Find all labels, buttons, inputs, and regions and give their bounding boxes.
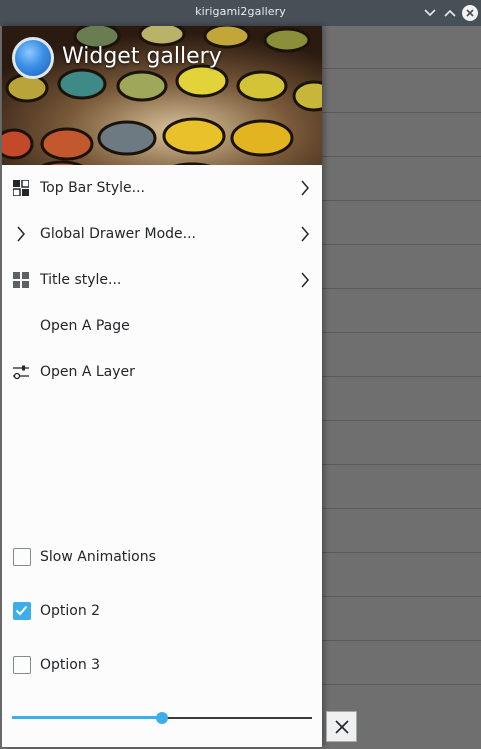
list-divider — [322, 68, 481, 69]
chevron-right-icon — [298, 225, 312, 243]
menu-item-label: Open A Layer — [40, 364, 135, 380]
slider-handle[interactable] — [156, 712, 168, 724]
checkbox-label: Option 3 — [40, 657, 101, 673]
list-divider — [322, 464, 481, 465]
app-logo-icon — [12, 37, 54, 79]
option-2-checkbox[interactable] — [13, 602, 31, 620]
maximize-button[interactable] — [441, 4, 459, 22]
tiles-icon — [12, 271, 30, 289]
menu-item-label: Title style... — [40, 272, 122, 288]
menu-item-open-a-page[interactable]: Open A Page — [2, 303, 322, 349]
menu-item-open-a-layer[interactable]: Open A Layer — [2, 349, 322, 395]
list-divider — [322, 640, 481, 641]
chevron-right-icon — [12, 225, 30, 243]
slow-animations-checkbox-row[interactable]: Slow Animations — [2, 537, 322, 577]
list-divider — [322, 684, 481, 685]
window-title: kirigami2gallery — [195, 5, 286, 18]
list-divider — [322, 244, 481, 245]
slider-fill — [12, 716, 162, 719]
menu-item-label: Top Bar Style... — [40, 180, 145, 196]
list-divider — [322, 508, 481, 509]
drawer-banner: Widget gallery — [2, 26, 322, 165]
minimize-button[interactable] — [421, 4, 439, 22]
list-divider — [322, 288, 481, 289]
option-2-checkbox-row[interactable]: Option 2 — [2, 591, 322, 631]
global-drawer: Widget gallery Top Bar Style... Global D… — [2, 26, 322, 747]
menu-item-label: Global Drawer Mode... — [40, 226, 196, 242]
chevron-up-icon — [444, 9, 456, 17]
menu-item-label: Open A Page — [40, 318, 130, 334]
menu-item-title-style[interactable]: Title style... — [2, 257, 322, 303]
grid-icon — [12, 179, 30, 197]
menu-item-top-bar-style[interactable]: Top Bar Style... — [2, 165, 322, 211]
sliders-icon — [12, 363, 30, 381]
drawer-slider[interactable] — [12, 709, 312, 727]
checkbox-label: Option 2 — [40, 603, 101, 619]
option-3-checkbox-row[interactable]: Option 3 — [2, 645, 322, 685]
list-divider — [322, 420, 481, 421]
list-divider — [322, 376, 481, 377]
close-icon — [462, 5, 478, 21]
menu-item-global-drawer-mode[interactable]: Global Drawer Mode... — [2, 211, 322, 257]
close-window-button[interactable] — [461, 4, 479, 22]
option-3-checkbox[interactable] — [13, 656, 31, 674]
drawer-title: Widget gallery — [62, 44, 222, 69]
checkbox-label: Slow Animations — [40, 549, 156, 565]
list-divider — [322, 332, 481, 333]
chevron-right-icon — [298, 179, 312, 197]
close-icon — [334, 719, 349, 734]
list-divider — [322, 112, 481, 113]
window-titlebar: kirigami2gallery — [0, 0, 481, 26]
list-divider — [322, 200, 481, 201]
list-divider — [322, 156, 481, 157]
checkmark-icon — [15, 605, 28, 616]
list-divider — [322, 552, 481, 553]
chevron-right-icon — [298, 271, 312, 289]
slow-animations-checkbox[interactable] — [13, 548, 31, 566]
list-divider — [322, 596, 481, 597]
close-drawer-button[interactable] — [326, 711, 357, 742]
chevron-down-icon — [424, 9, 436, 17]
